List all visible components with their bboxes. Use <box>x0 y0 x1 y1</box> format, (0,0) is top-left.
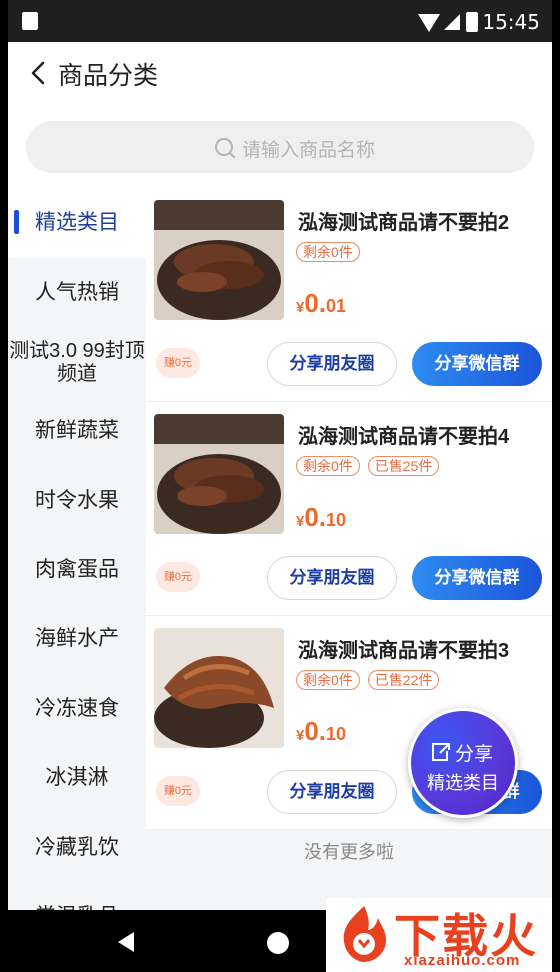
stock-tag: 剩余0件 <box>296 456 360 476</box>
earn-badge: 赚0元 <box>156 348 200 378</box>
product-image <box>154 414 284 534</box>
status-time: 15:45 <box>482 10 540 34</box>
page-title: 商品分类 <box>58 62 159 90</box>
back-arrow-icon[interactable] <box>26 60 52 86</box>
share-wechat-group-button[interactable]: 分享微信群 <box>412 342 542 386</box>
watermark: 下载火 xiazaihuo.com <box>326 898 552 972</box>
earn-badge: 赚0元 <box>156 562 200 592</box>
share-moments-button[interactable]: 分享朋友圈 <box>267 342 397 386</box>
sidebar-item-label: 新鲜蔬菜 <box>35 419 119 442</box>
sidebar-item-test-channel[interactable]: 测试3.0 99封顶频道 <box>8 328 146 398</box>
nav-home-icon[interactable] <box>267 932 289 954</box>
sidebar-item-vegetables[interactable]: 新鲜蔬菜 <box>8 396 146 466</box>
watermark-url: xiazaihuo.com <box>404 952 521 969</box>
signal-icon <box>444 14 460 30</box>
sidebar-item-meat-eggs[interactable]: 肉禽蛋品 <box>8 535 146 605</box>
sidebar-item-label: 海鲜水产 <box>35 627 119 650</box>
sidebar-item-popular[interactable]: 人气热销 <box>8 258 146 328</box>
product-price: ¥0.01 <box>296 288 346 319</box>
sidebar-item-label: 肉禽蛋品 <box>35 558 119 581</box>
status-bar: 15:45 <box>8 0 552 42</box>
phone-screen: 15:45 商品分类 请输入商品名称 精选类目 人气热销 测试3.0 99封顶频… <box>8 0 552 972</box>
price-decimal: 01 <box>326 296 347 316</box>
nav-back-icon[interactable] <box>118 932 134 952</box>
product-name: 泓海测试商品请不要拍4 <box>298 426 510 448</box>
header: 商品分类 <box>8 42 552 104</box>
product-price: ¥0.10 <box>296 716 346 747</box>
sidebar-item-seafood[interactable]: 海鲜水产 <box>8 604 146 674</box>
sidebar-item-icecream[interactable]: 冰淇淋 <box>8 743 146 813</box>
search-placeholder: 请输入商品名称 <box>242 140 376 161</box>
product-tags: 剩余0件 已售22件 <box>296 670 440 690</box>
wifi-icon <box>418 14 440 32</box>
product-image <box>154 200 284 320</box>
sidebar-item-chilled-dairy[interactable]: 冷藏乳饮 <box>8 813 146 883</box>
fab-category-label: 精选类目 <box>427 773 499 793</box>
search-input[interactable]: 请输入商品名称 <box>26 121 534 173</box>
product-tags: 剩余0件 已售25件 <box>296 456 440 476</box>
product-name: 泓海测试商品请不要拍2 <box>298 212 510 234</box>
sd-card-icon <box>22 12 38 30</box>
product-card[interactable]: 泓海测试商品请不要拍4 剩余0件 已售25件 ¥0.10 赚0元 分享朋友圈 分… <box>146 402 552 616</box>
share-category-fab[interactable]: 分享 精选类目 <box>408 708 518 818</box>
sidebar-item-label: 精选类目 <box>35 211 119 234</box>
share-wechat-group-button[interactable]: 分享微信群 <box>412 556 542 600</box>
sidebar-item-fruits[interactable]: 时令水果 <box>8 466 146 536</box>
price-integer: 0. <box>304 716 327 746</box>
flame-logo-icon <box>343 906 386 962</box>
search-icon <box>215 138 235 158</box>
share-moments-button[interactable]: 分享朋友圈 <box>267 556 397 600</box>
sidebar-item-label: 冷冻速食 <box>35 697 119 720</box>
sold-tag: 已售22件 <box>367 670 440 690</box>
stock-tag: 剩余0件 <box>296 670 360 690</box>
earn-badge: 赚0元 <box>156 776 200 806</box>
product-tags: 剩余0件 <box>296 242 360 262</box>
price-decimal: 10 <box>326 510 347 530</box>
sidebar-item-label: 测试3.0 99封顶频道 <box>9 340 145 385</box>
sidebar-item-label: 人气热销 <box>35 281 119 304</box>
price-integer: 0. <box>304 288 327 318</box>
stock-tag: 剩余0件 <box>296 242 360 262</box>
price-integer: 0. <box>304 502 327 532</box>
price-decimal: 10 <box>326 724 347 744</box>
active-indicator <box>14 210 19 234</box>
sold-tag: 已售25件 <box>367 456 440 476</box>
category-sidebar: 精选类目 人气热销 测试3.0 99封顶频道 新鲜蔬菜 时令水果 肉禽蛋品 海鲜… <box>8 188 146 928</box>
product-price: ¥0.10 <box>296 502 346 533</box>
product-card[interactable]: 泓海测试商品请不要拍2 剩余0件 ¥0.01 赚0元 分享朋友圈 分享微信群 <box>146 188 552 402</box>
product-image <box>154 628 284 748</box>
share-moments-button[interactable]: 分享朋友圈 <box>267 770 397 814</box>
product-name: 泓海测试商品请不要拍3 <box>298 640 510 662</box>
sidebar-item-label: 冷藏乳饮 <box>35 836 119 859</box>
fab-share-label: 分享 <box>455 744 494 765</box>
sidebar-item-frozen[interactable]: 冷冻速食 <box>8 674 146 744</box>
battery-icon <box>466 12 478 32</box>
sidebar-item-featured[interactable]: 精选类目 <box>8 188 146 258</box>
sidebar-item-label: 时令水果 <box>35 489 119 512</box>
share-icon <box>432 743 450 761</box>
sidebar-item-label: 冰淇淋 <box>45 766 109 789</box>
